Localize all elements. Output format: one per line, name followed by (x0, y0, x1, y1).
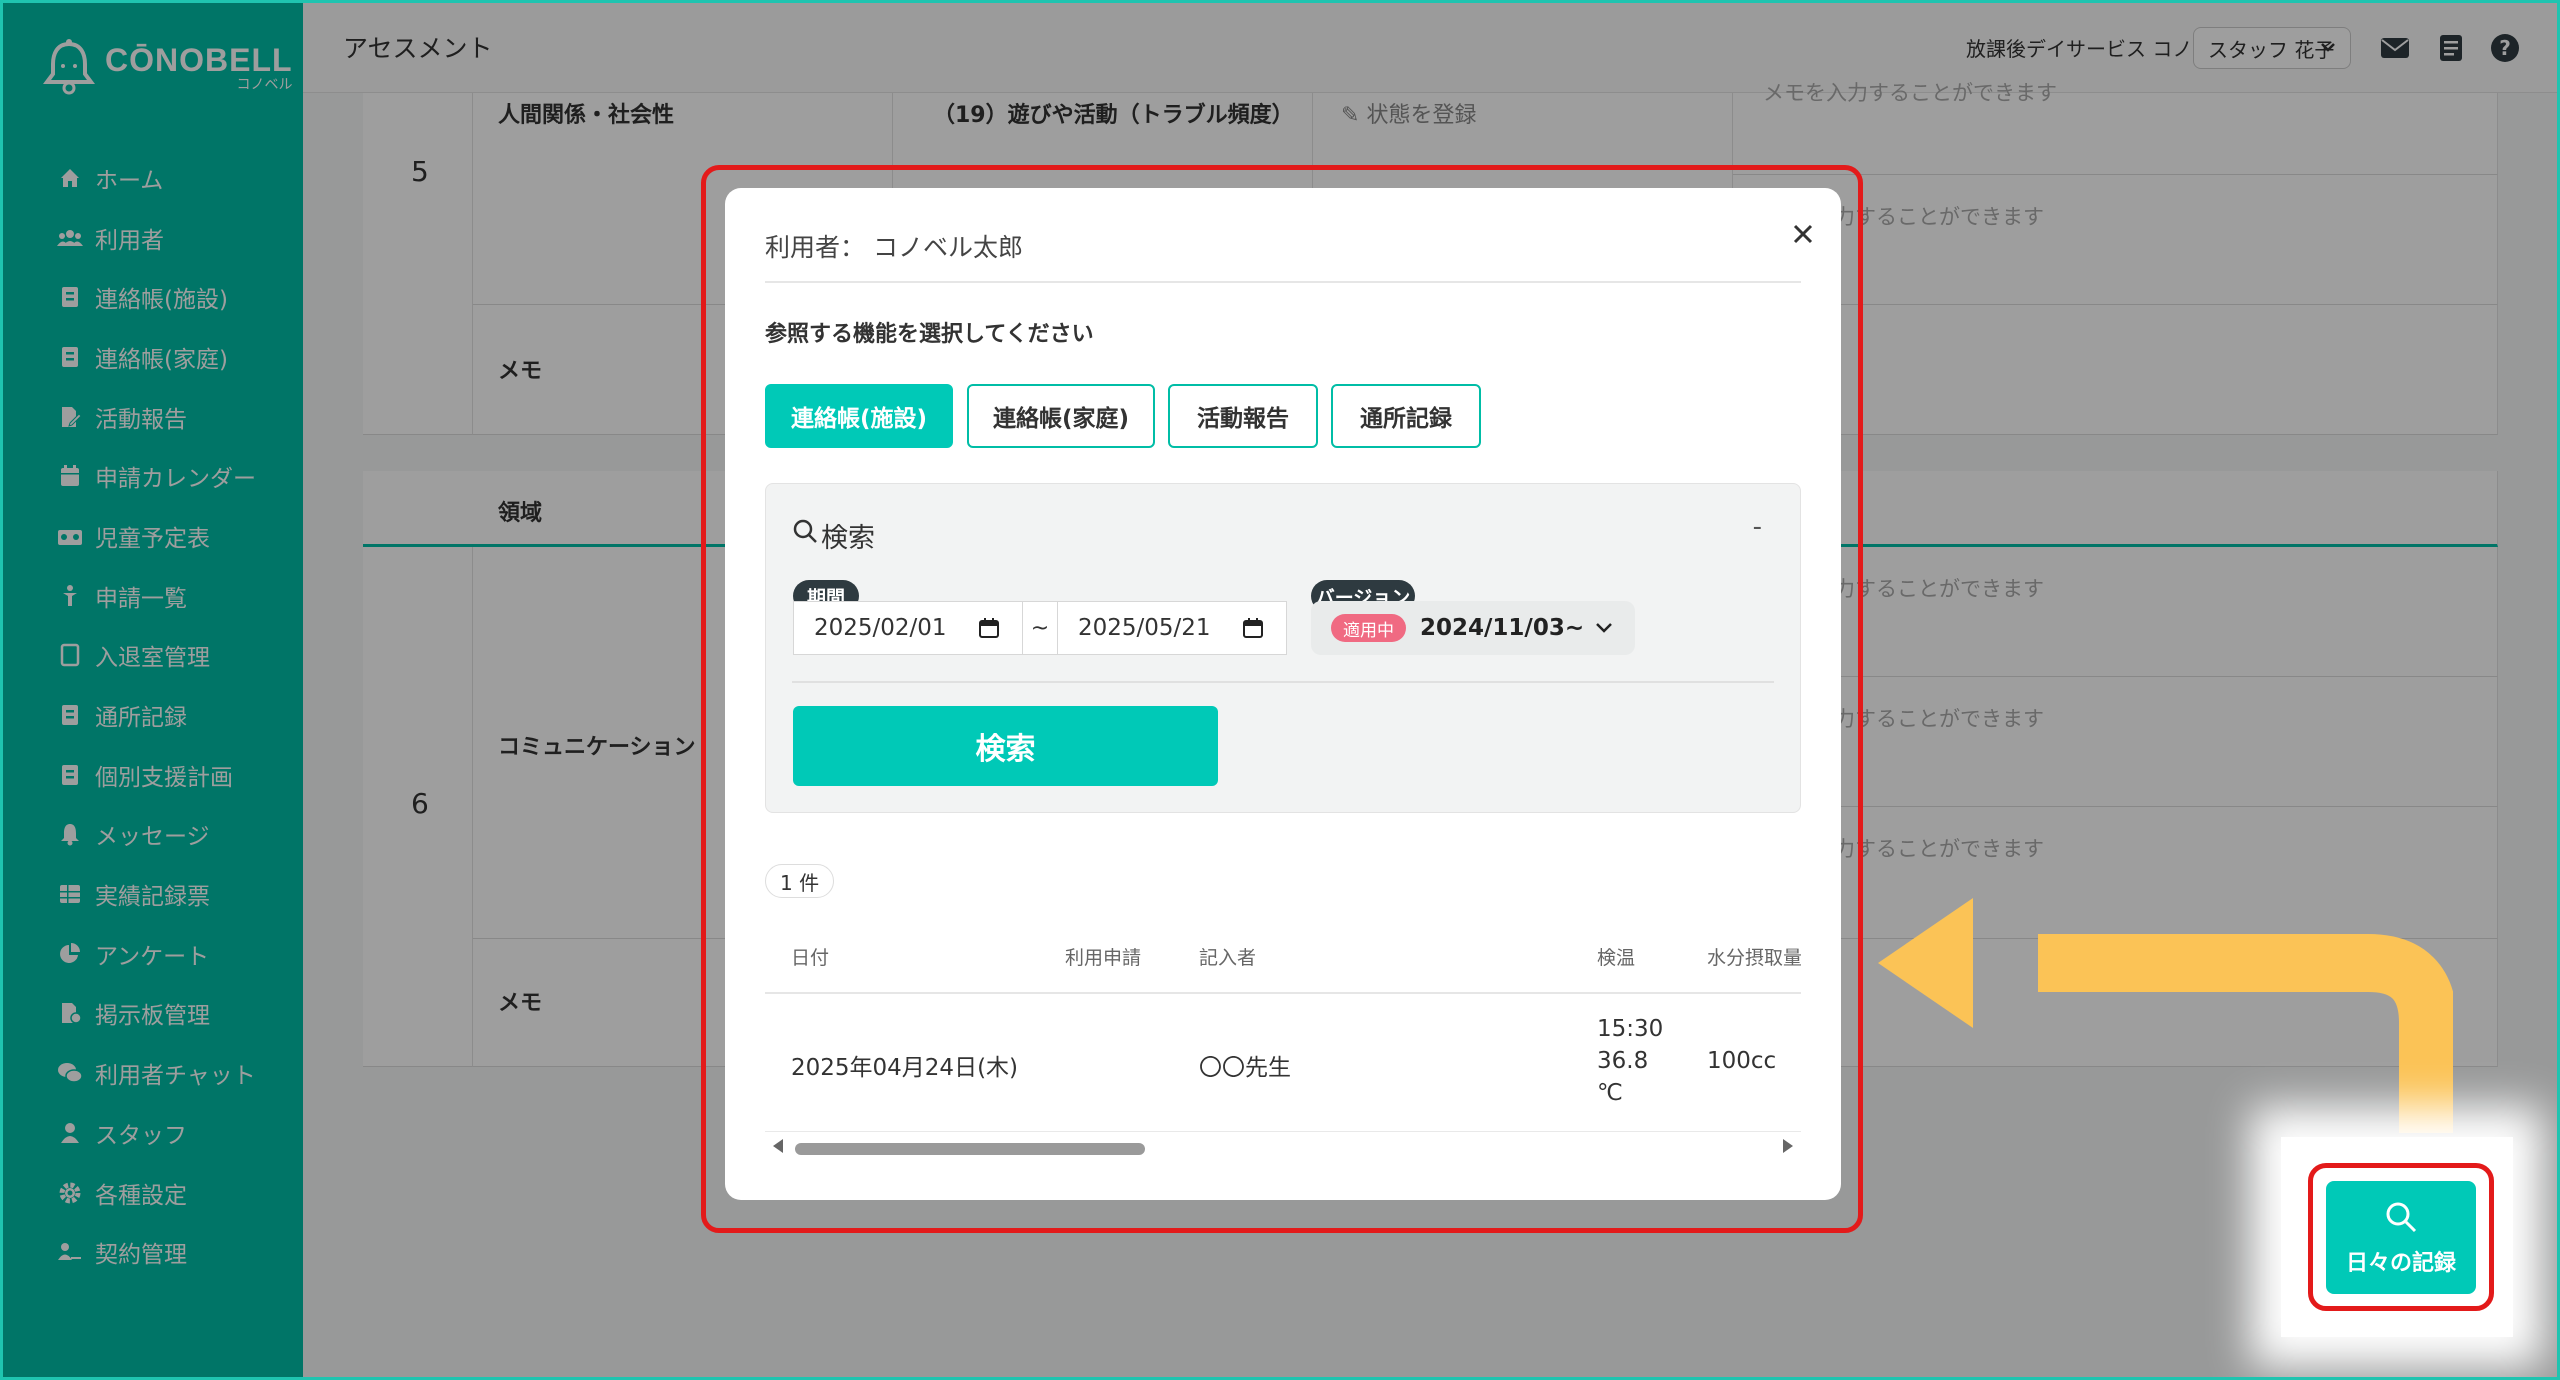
app-window: CŌNOBELL コノベル ホーム 利用者 連絡帳(施設) 連絡帳(家庭) 活動報告 申請… (0, 0, 2560, 1380)
yellow-arrow-icon (1878, 898, 2453, 1133)
search-icon (2386, 1202, 2417, 1232)
daily-record-button[interactable]: 日々の記録 (2326, 1181, 2476, 1294)
daily-record-label: 日々の記録 (2345, 1250, 2456, 1276)
highlight-box (701, 165, 1863, 1233)
